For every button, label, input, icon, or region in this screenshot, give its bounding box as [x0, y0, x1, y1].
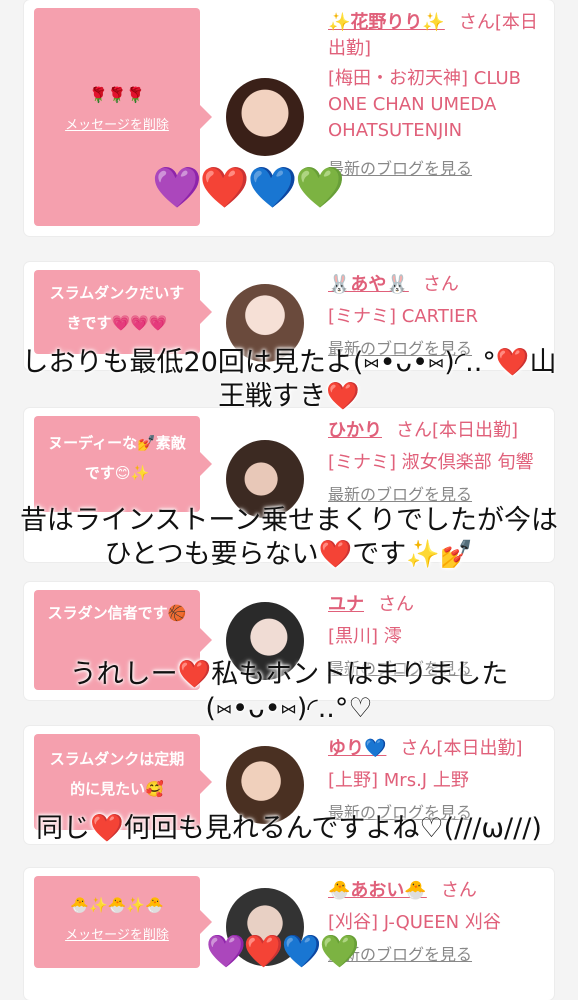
bubble-text: スラムダンクだいすきです💗💗💗	[49, 284, 185, 332]
message-bubble: 🐣✨🐣✨🐣 メッセージを削除	[34, 876, 212, 968]
overlay-caption: 同じ❤️何回も見れるんですよね♡(///ω///)	[36, 813, 542, 844]
cast-name-link[interactable]: ひかり	[328, 420, 382, 441]
hearts-sticker: 💜❤️💙💚	[206, 932, 359, 970]
shop-name: [上野] Mrs.J 上野	[328, 770, 469, 791]
cast-status: さん[本日出勤]	[400, 738, 523, 759]
avatar[interactable]	[226, 78, 304, 156]
delete-message-link[interactable]: メッセージを削除	[42, 116, 192, 136]
cast-status: さん	[440, 880, 477, 901]
bubble-text: 🌹🌹🌹	[88, 86, 146, 104]
overlay-caption: うれしー❤️私もホントはまりました(⑅•ᴗ•⑅)◜..°♡	[69, 659, 509, 724]
bubble-text: ヌーディーな💅素敵です😊✨	[48, 434, 186, 482]
overlay-caption: 昔はラインストーン乗せまくりでしたが今はひとつも要らない❤️です✨💅	[19, 505, 559, 570]
cast-status: さん	[378, 594, 414, 615]
shop-name: [黒川] 澪	[328, 626, 402, 647]
message-bubble: スラムダンクだいすきです💗💗💗	[34, 270, 212, 354]
cast-info: ひかり さん[本日出勤] [ミナミ] 淑女倶楽部 旬響 最新のブログを見る	[328, 418, 546, 508]
cast-info: ✨花野りり✨ さん[本日出勤] [梅田・お初天神] CLUB ONE CHAN U…	[328, 10, 546, 182]
cast-name-link[interactable]: ユナ	[328, 594, 364, 615]
latest-blog-link[interactable]: 最新のブログを見る	[328, 159, 472, 178]
cast-name-link[interactable]: ✨花野りり✨	[328, 12, 445, 33]
latest-blog-link[interactable]: 最新のブログを見る	[328, 485, 472, 504]
cast-status: さん	[422, 274, 459, 295]
overlay-caption: しおりも最低20回は見たよ(⑅•ᴗ•⑅)◜..°❤️山王戦すき❤️	[21, 347, 557, 412]
shop-name: [梅田・お初天神] CLUB ONE CHAN UMEDA OHATSUTENJ…	[328, 68, 521, 141]
cast-name-link[interactable]: 🐣あおい🐣	[328, 880, 427, 901]
bubble-text: スラダン信者です🏀	[47, 604, 187, 622]
message-bubble: ヌーディーな💅素敵です😊✨	[34, 416, 212, 512]
bubble-text: スラムダンクは定期的に見たい🥰	[49, 750, 185, 798]
delete-message-link[interactable]: メッセージを削除	[42, 926, 192, 946]
cast-info: 🐣あおい🐣 さん [刈谷] J-QUEEN 刈谷 最新のブログを見る	[328, 878, 546, 968]
cast-name-link[interactable]: ゆり💙	[328, 738, 386, 759]
bubble-text: 🐣✨🐣✨🐣	[70, 896, 164, 914]
cast-name-link[interactable]: 🐰あや🐰	[328, 274, 409, 295]
cast-status: さん[本日出勤]	[396, 420, 519, 441]
hearts-sticker: 💜❤️💙💚	[152, 165, 345, 211]
shop-name: [ミナミ] 淑女倶楽部 旬響	[328, 452, 534, 473]
shop-name: [刈谷] J-QUEEN 刈谷	[328, 912, 501, 933]
shop-name: [ミナミ] CARTIER	[328, 306, 479, 327]
